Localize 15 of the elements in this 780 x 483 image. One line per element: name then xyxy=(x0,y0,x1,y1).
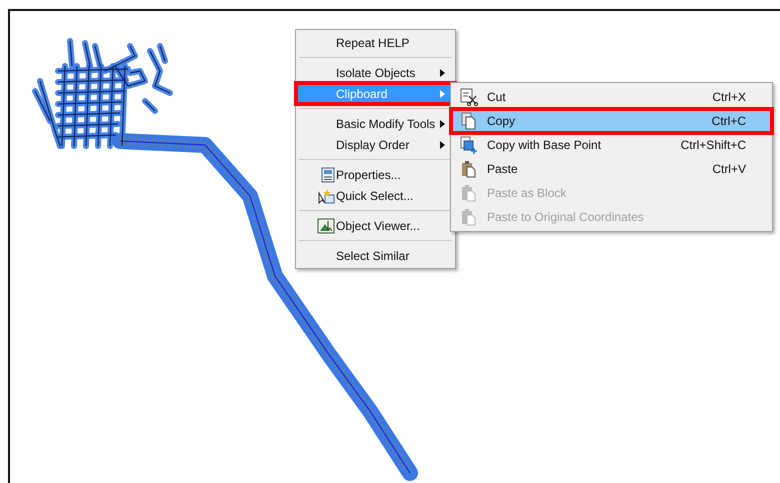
menu-item[interactable]: Isolate Objects xyxy=(296,62,455,83)
menu-item[interactable]: Select Similar xyxy=(296,245,455,266)
clipboard-icon xyxy=(461,184,477,202)
menu-item[interactable]: Copy with Base Point Ctrl+Shift+C xyxy=(451,133,772,157)
copy-base-point-icon xyxy=(460,136,478,154)
clipboard-icon xyxy=(461,160,477,178)
menu-item[interactable]: Paste Ctrl+V xyxy=(451,157,772,181)
menu-item[interactable]: Copy Ctrl+C xyxy=(451,109,772,133)
viewer-icon xyxy=(317,218,335,234)
clipboard-icon xyxy=(461,208,477,226)
copy-icon xyxy=(461,112,477,130)
quick-select-icon xyxy=(317,188,335,204)
properties-icon xyxy=(321,166,335,182)
scissors-icon xyxy=(460,88,478,106)
menu-item[interactable]: Repeat HELP xyxy=(296,32,455,53)
